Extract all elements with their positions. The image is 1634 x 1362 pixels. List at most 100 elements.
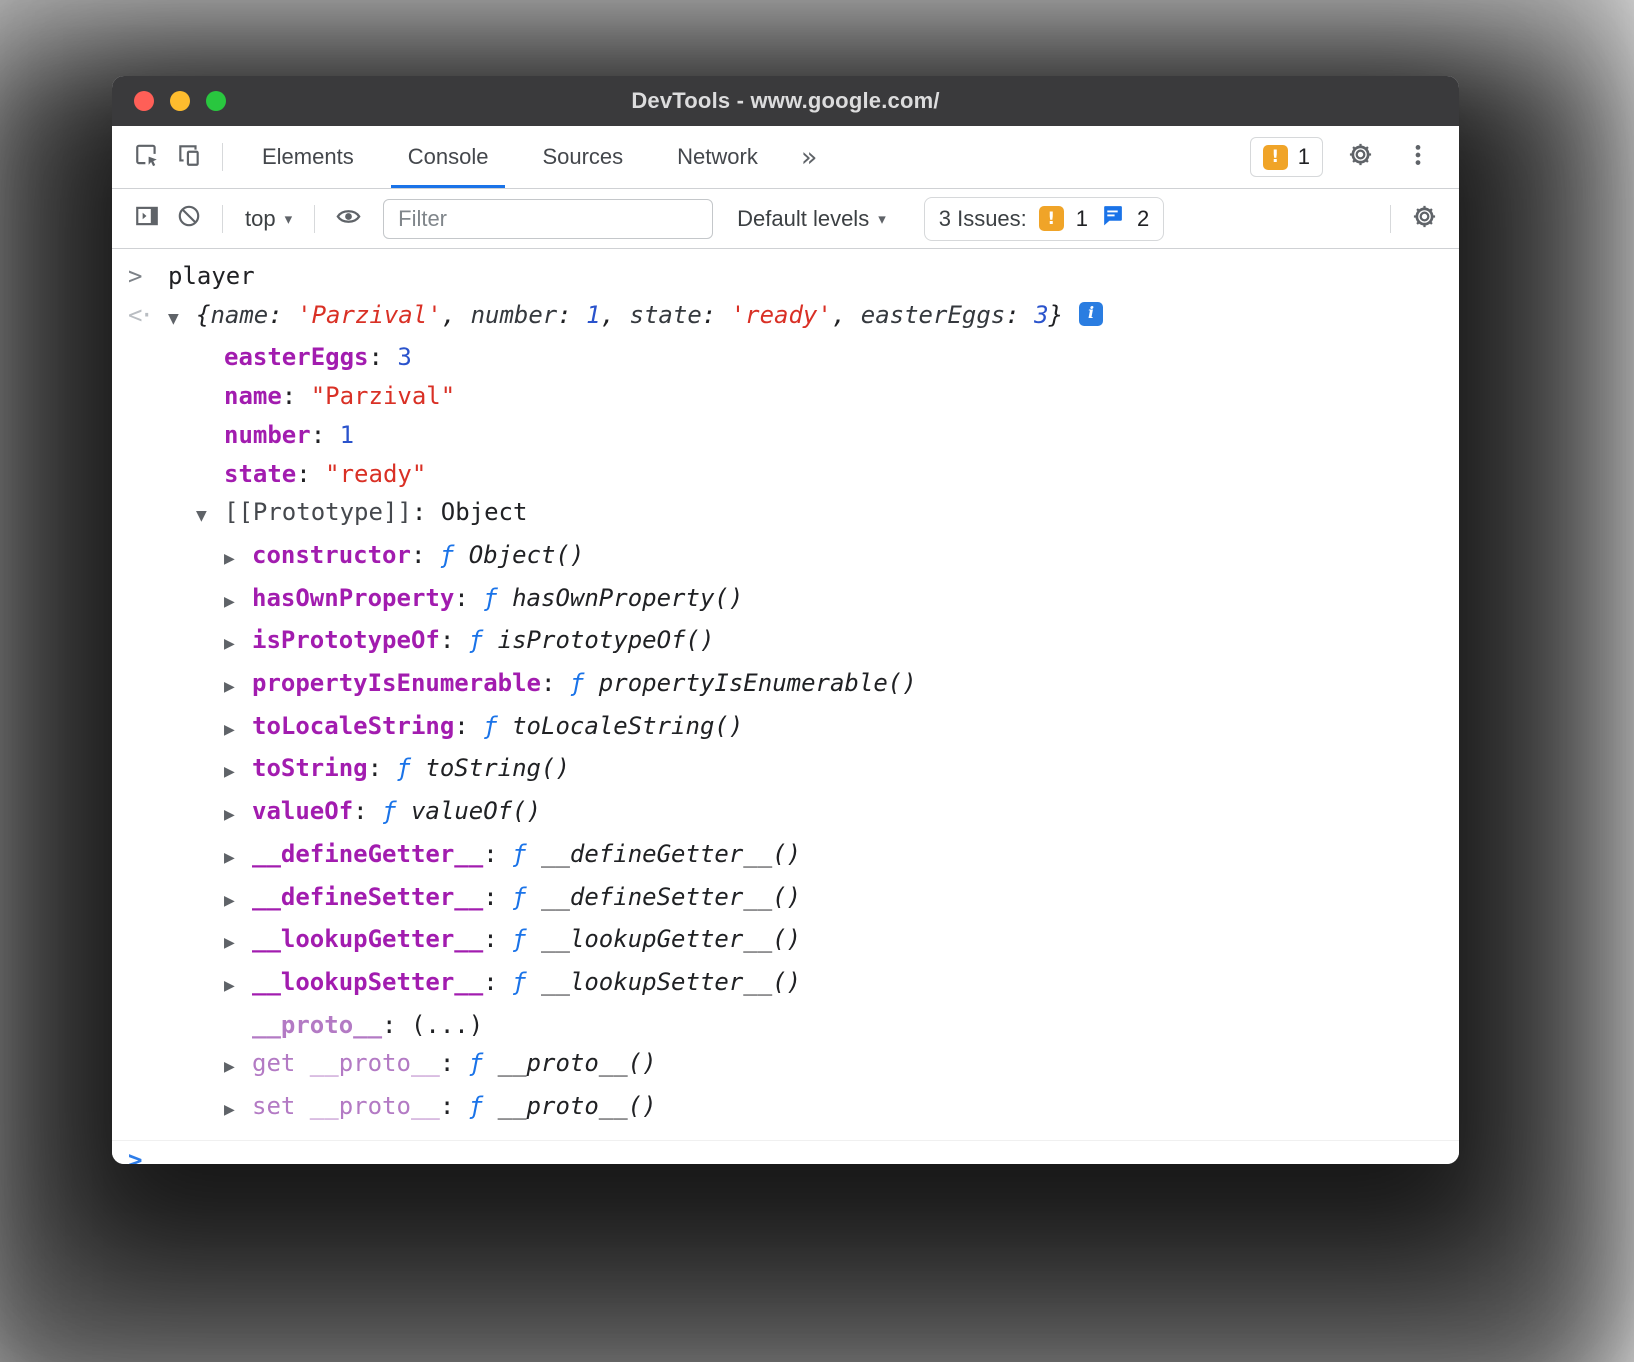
token-getset: __proto__ — [310, 1049, 440, 1077]
token-plain: : — [440, 1092, 469, 1120]
log-levels-dropdown[interactable]: Default levels ▾ — [727, 206, 896, 232]
gear-icon — [1411, 203, 1438, 235]
tab-console[interactable]: Console — [381, 126, 516, 188]
javascript-context-selector[interactable]: top ▾ — [235, 206, 302, 232]
token-num: 3 — [397, 343, 411, 371]
disclosure-triangle[interactable]: ▶ — [224, 583, 252, 622]
token-plain: : — [296, 460, 325, 488]
token-key: isPrototypeOf — [252, 626, 440, 654]
method-row: ▶valueOf: ƒ valueOf() — [112, 792, 1459, 835]
disclosure-triangle[interactable]: ▶ — [224, 625, 252, 664]
token-plain: , — [601, 301, 630, 329]
device-toolbar-button[interactable] — [168, 136, 210, 178]
token-plain: : — [382, 1011, 411, 1039]
accessor-row: ▶set __proto__: ƒ __proto__() — [112, 1087, 1459, 1130]
token-plain: : — [557, 301, 586, 329]
clear-console-button[interactable] — [168, 198, 210, 240]
token-num: 3 — [1034, 301, 1048, 329]
token-fn: ƒ — [512, 968, 541, 996]
disclosure-triangle[interactable]: ▼ — [196, 497, 224, 536]
close-button[interactable] — [134, 91, 154, 111]
token-getset: get — [252, 1049, 310, 1077]
token-plain: : — [369, 343, 398, 371]
token-plain: : — [454, 712, 483, 740]
token-key: toLocaleString — [252, 712, 454, 740]
token-getset: set — [252, 1092, 310, 1120]
disclosure-triangle[interactable]: ▶ — [224, 882, 252, 921]
more-tabs-button[interactable]: » — [785, 142, 834, 173]
token-key: state — [224, 460, 296, 488]
console-sidebar-toggle[interactable] — [126, 198, 168, 240]
prompt-chevron-icon: > — [128, 1141, 142, 1164]
filter-input[interactable] — [383, 199, 713, 239]
token-plain: (...) — [411, 1011, 483, 1039]
main-menu-button[interactable] — [1397, 136, 1439, 178]
token-plain: : — [412, 498, 441, 526]
disclosure-triangle[interactable]: ▶ — [224, 967, 252, 1006]
token-plain: : — [368, 754, 397, 782]
property-row: easterEggs: 3 — [112, 338, 1459, 377]
disclosure-triangle[interactable]: ▶ — [224, 924, 252, 963]
input-chevron-icon: > — [128, 257, 142, 296]
token-fnname: __proto__() — [498, 1092, 657, 1120]
tab-sources[interactable]: Sources — [515, 126, 650, 188]
chevron-down-icon: ▾ — [878, 210, 886, 228]
token-plain: : — [268, 301, 297, 329]
disclosure-triangle[interactable]: ▶ — [224, 711, 252, 750]
tab-elements[interactable]: Elements — [235, 126, 381, 188]
token-plain: } — [1049, 301, 1063, 329]
token-plain: : — [311, 421, 340, 449]
console-prompt[interactable]: > — [112, 1140, 1459, 1164]
token-plain: : — [440, 1049, 469, 1077]
disclosure-triangle[interactable]: ▶ — [224, 839, 252, 878]
issue-message-icon — [1100, 203, 1125, 234]
token-plain: { — [196, 301, 210, 329]
token-key: __defineGetter__ — [252, 840, 483, 868]
token-plain: : — [483, 968, 512, 996]
issues-label: 3 Issues: — [939, 206, 1027, 232]
token-plain: : — [454, 584, 483, 612]
token-plain: : — [1005, 301, 1034, 329]
settings-button[interactable] — [1339, 136, 1381, 178]
token-fnname: propertyIsEnumerable() — [599, 669, 917, 697]
console-toolbar: top ▾ Default levels ▾ 3 Issues: ! 1 2 — [112, 189, 1459, 249]
result-arrow-icon: <· — [128, 296, 151, 335]
live-expression-button[interactable] — [327, 198, 369, 240]
zoom-button[interactable] — [206, 91, 226, 111]
token-fnname: __defineSetter__() — [541, 883, 801, 911]
property-row: name: "Parzival" — [112, 377, 1459, 416]
disclosure-triangle[interactable]: ▶ — [224, 753, 252, 792]
disclosure-triangle[interactable]: ▼ — [168, 300, 196, 339]
token-fnname: __lookupGetter__() — [541, 925, 801, 953]
info-icon: i — [1079, 302, 1103, 326]
token-key: __defineSetter__ — [252, 883, 483, 911]
token-pvkey: easterEggs — [861, 301, 1006, 329]
toolbar-separator — [314, 205, 315, 233]
error-badge-button[interactable]: ! 1 — [1250, 137, 1323, 177]
token-pvkey: name — [210, 301, 268, 329]
console-settings-button[interactable] — [1403, 198, 1445, 240]
gear-icon — [1347, 141, 1374, 173]
disclosure-triangle[interactable]: ▶ — [224, 1091, 252, 1130]
disclosure-triangle[interactable]: ▶ — [224, 540, 252, 579]
token-fn: ƒ — [512, 925, 541, 953]
tab-label: Elements — [262, 144, 354, 170]
token-fn: ƒ — [397, 754, 426, 782]
tab-network[interactable]: Network — [650, 126, 785, 188]
token-proto: [[Prototype]] — [224, 498, 412, 526]
minimize-button[interactable] — [170, 91, 190, 111]
disclosure-triangle[interactable]: ▶ — [224, 796, 252, 835]
devtools-tabbar: Elements Console Sources Network » ! 1 — [112, 126, 1459, 189]
disclosure-triangle[interactable]: ▶ — [224, 1048, 252, 1087]
token-fn: ƒ — [483, 712, 512, 740]
issues-button[interactable]: 3 Issues: ! 1 2 — [924, 197, 1165, 241]
method-row: ▶hasOwnProperty: ƒ hasOwnProperty() — [112, 579, 1459, 622]
inspect-element-button[interactable] — [126, 136, 168, 178]
token-plain: Object — [441, 498, 528, 526]
token-fn: ƒ — [440, 541, 469, 569]
disclosure-triangle[interactable]: ▶ — [224, 668, 252, 707]
token-key: constructor — [252, 541, 411, 569]
context-label: top — [245, 206, 276, 232]
error-warning-icon: ! — [1263, 145, 1288, 170]
method-row: ▶toLocaleString: ƒ toLocaleString() — [112, 707, 1459, 750]
